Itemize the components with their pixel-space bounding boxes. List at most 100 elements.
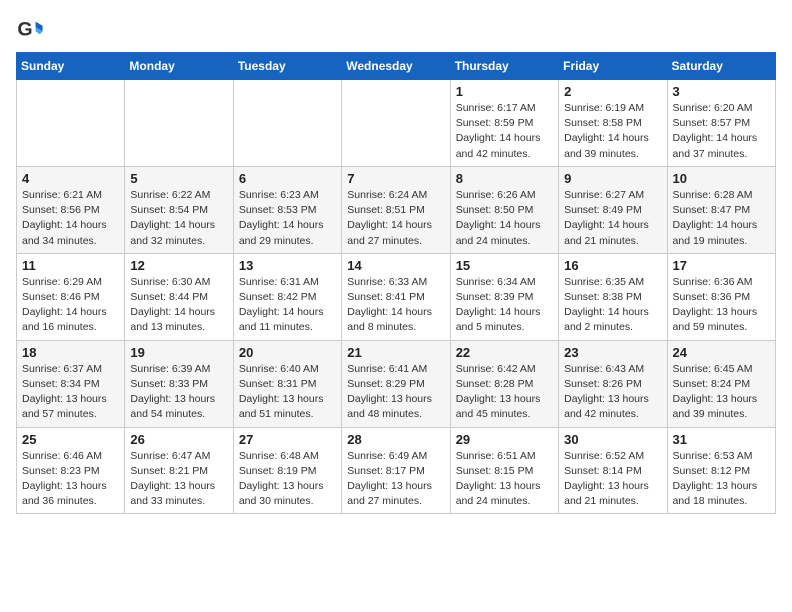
page-header: G — [16, 16, 776, 44]
day-info: Sunrise: 6:30 AM Sunset: 8:44 PM Dayligh… — [130, 275, 227, 336]
day-cell: 11 Sunrise: 6:29 AM Sunset: 8:46 PM Dayli… — [17, 253, 125, 340]
day-number: 29 — [456, 432, 553, 447]
day-number: 12 — [130, 258, 227, 273]
day-info: Sunrise: 6:43 AM Sunset: 8:26 PM Dayligh… — [564, 362, 661, 423]
day-cell: 19 Sunrise: 6:39 AM Sunset: 8:33 PM Dayli… — [125, 340, 233, 427]
day-cell — [233, 80, 341, 167]
day-number: 3 — [673, 84, 770, 99]
day-info: Sunrise: 6:35 AM Sunset: 8:38 PM Dayligh… — [564, 275, 661, 336]
day-number: 14 — [347, 258, 444, 273]
day-cell: 8 Sunrise: 6:26 AM Sunset: 8:50 PM Daylig… — [450, 166, 558, 253]
day-cell: 9 Sunrise: 6:27 AM Sunset: 8:49 PM Daylig… — [559, 166, 667, 253]
day-cell: 1 Sunrise: 6:17 AM Sunset: 8:59 PM Daylig… — [450, 80, 558, 167]
day-info: Sunrise: 6:21 AM Sunset: 8:56 PM Dayligh… — [22, 188, 119, 249]
day-number: 31 — [673, 432, 770, 447]
day-info: Sunrise: 6:29 AM Sunset: 8:46 PM Dayligh… — [22, 275, 119, 336]
day-number: 20 — [239, 345, 336, 360]
day-cell: 7 Sunrise: 6:24 AM Sunset: 8:51 PM Daylig… — [342, 166, 450, 253]
day-number: 23 — [564, 345, 661, 360]
week-row-4: 18Sunrise: 6:37 AM Sunset: 8:34 PM Dayli… — [17, 340, 776, 427]
day-cell: 30 Sunrise: 6:52 AM Sunset: 8:14 PM Dayli… — [559, 427, 667, 514]
day-number: 27 — [239, 432, 336, 447]
day-cell: 23 Sunrise: 6:43 AM Sunset: 8:26 PM Dayli… — [559, 340, 667, 427]
day-info: Sunrise: 6:37 AM Sunset: 8:34 PM Dayligh… — [22, 362, 119, 423]
day-cell: 18Sunrise: 6:37 AM Sunset: 8:34 PM Dayli… — [17, 340, 125, 427]
day-cell — [342, 80, 450, 167]
header-thursday: Thursday — [450, 53, 558, 80]
day-number: 11 — [22, 258, 119, 273]
week-row-1: 1 Sunrise: 6:17 AM Sunset: 8:59 PM Daylig… — [17, 80, 776, 167]
day-info: Sunrise: 6:49 AM Sunset: 8:17 PM Dayligh… — [347, 449, 444, 510]
day-cell: 25Sunrise: 6:46 AM Sunset: 8:23 PM Dayli… — [17, 427, 125, 514]
header-friday: Friday — [559, 53, 667, 80]
day-number: 24 — [673, 345, 770, 360]
day-info: Sunrise: 6:20 AM Sunset: 8:57 PM Dayligh… — [673, 101, 770, 162]
day-cell: 6 Sunrise: 6:23 AM Sunset: 8:53 PM Daylig… — [233, 166, 341, 253]
svg-text:G: G — [17, 19, 32, 41]
day-number: 28 — [347, 432, 444, 447]
day-cell: 17 Sunrise: 6:36 AM Sunset: 8:36 PM Dayli… — [667, 253, 775, 340]
day-info: Sunrise: 6:22 AM Sunset: 8:54 PM Dayligh… — [130, 188, 227, 249]
day-info: Sunrise: 6:26 AM Sunset: 8:50 PM Dayligh… — [456, 188, 553, 249]
day-number: 8 — [456, 171, 553, 186]
header-tuesday: Tuesday — [233, 53, 341, 80]
day-cell: 3 Sunrise: 6:20 AM Sunset: 8:57 PM Daylig… — [667, 80, 775, 167]
day-info: Sunrise: 6:24 AM Sunset: 8:51 PM Dayligh… — [347, 188, 444, 249]
day-number: 1 — [456, 84, 553, 99]
logo-icon: G — [16, 16, 44, 44]
day-cell: 5 Sunrise: 6:22 AM Sunset: 8:54 PM Daylig… — [125, 166, 233, 253]
day-cell: 20 Sunrise: 6:40 AM Sunset: 8:31 PM Dayli… — [233, 340, 341, 427]
day-info: Sunrise: 6:34 AM Sunset: 8:39 PM Dayligh… — [456, 275, 553, 336]
calendar-table: SundayMondayTuesdayWednesdayThursdayFrid… — [16, 52, 776, 514]
day-info: Sunrise: 6:53 AM Sunset: 8:12 PM Dayligh… — [673, 449, 770, 510]
day-info: Sunrise: 6:33 AM Sunset: 8:41 PM Dayligh… — [347, 275, 444, 336]
day-info: Sunrise: 6:51 AM Sunset: 8:15 PM Dayligh… — [456, 449, 553, 510]
day-cell: 29 Sunrise: 6:51 AM Sunset: 8:15 PM Dayli… — [450, 427, 558, 514]
day-number: 9 — [564, 171, 661, 186]
day-number: 21 — [347, 345, 444, 360]
header-saturday: Saturday — [667, 53, 775, 80]
day-info: Sunrise: 6:39 AM Sunset: 8:33 PM Dayligh… — [130, 362, 227, 423]
day-info: Sunrise: 6:40 AM Sunset: 8:31 PM Dayligh… — [239, 362, 336, 423]
day-number: 10 — [673, 171, 770, 186]
day-cell: 24 Sunrise: 6:45 AM Sunset: 8:24 PM Dayli… — [667, 340, 775, 427]
day-number: 17 — [673, 258, 770, 273]
day-number: 13 — [239, 258, 336, 273]
day-cell: 12 Sunrise: 6:30 AM Sunset: 8:44 PM Dayli… — [125, 253, 233, 340]
week-row-5: 25Sunrise: 6:46 AM Sunset: 8:23 PM Dayli… — [17, 427, 776, 514]
day-info: Sunrise: 6:41 AM Sunset: 8:29 PM Dayligh… — [347, 362, 444, 423]
day-info: Sunrise: 6:48 AM Sunset: 8:19 PM Dayligh… — [239, 449, 336, 510]
day-cell: 28 Sunrise: 6:49 AM Sunset: 8:17 PM Dayli… — [342, 427, 450, 514]
day-info: Sunrise: 6:52 AM Sunset: 8:14 PM Dayligh… — [564, 449, 661, 510]
logo: G — [16, 16, 48, 44]
day-info: Sunrise: 6:19 AM Sunset: 8:58 PM Dayligh… — [564, 101, 661, 162]
day-cell: 14 Sunrise: 6:33 AM Sunset: 8:41 PM Dayli… — [342, 253, 450, 340]
day-number: 2 — [564, 84, 661, 99]
day-cell: 22 Sunrise: 6:42 AM Sunset: 8:28 PM Dayli… — [450, 340, 558, 427]
header-monday: Monday — [125, 53, 233, 80]
day-number: 7 — [347, 171, 444, 186]
day-number: 6 — [239, 171, 336, 186]
day-info: Sunrise: 6:45 AM Sunset: 8:24 PM Dayligh… — [673, 362, 770, 423]
calendar-header-row: SundayMondayTuesdayWednesdayThursdayFrid… — [17, 53, 776, 80]
header-sunday: Sunday — [17, 53, 125, 80]
day-info: Sunrise: 6:27 AM Sunset: 8:49 PM Dayligh… — [564, 188, 661, 249]
day-number: 19 — [130, 345, 227, 360]
day-number: 4 — [22, 171, 119, 186]
day-cell: 21 Sunrise: 6:41 AM Sunset: 8:29 PM Dayli… — [342, 340, 450, 427]
day-number: 5 — [130, 171, 227, 186]
day-number: 22 — [456, 345, 553, 360]
day-info: Sunrise: 6:23 AM Sunset: 8:53 PM Dayligh… — [239, 188, 336, 249]
day-info: Sunrise: 6:17 AM Sunset: 8:59 PM Dayligh… — [456, 101, 553, 162]
day-info: Sunrise: 6:36 AM Sunset: 8:36 PM Dayligh… — [673, 275, 770, 336]
day-cell: 27 Sunrise: 6:48 AM Sunset: 8:19 PM Dayli… — [233, 427, 341, 514]
day-number: 15 — [456, 258, 553, 273]
header-wednesday: Wednesday — [342, 53, 450, 80]
day-cell — [125, 80, 233, 167]
day-number: 30 — [564, 432, 661, 447]
day-cell: 4 Sunrise: 6:21 AM Sunset: 8:56 PM Daylig… — [17, 166, 125, 253]
day-info: Sunrise: 6:42 AM Sunset: 8:28 PM Dayligh… — [456, 362, 553, 423]
day-cell: 15 Sunrise: 6:34 AM Sunset: 8:39 PM Dayli… — [450, 253, 558, 340]
day-cell: 31 Sunrise: 6:53 AM Sunset: 8:12 PM Dayli… — [667, 427, 775, 514]
day-cell: 10Sunrise: 6:28 AM Sunset: 8:47 PM Dayli… — [667, 166, 775, 253]
